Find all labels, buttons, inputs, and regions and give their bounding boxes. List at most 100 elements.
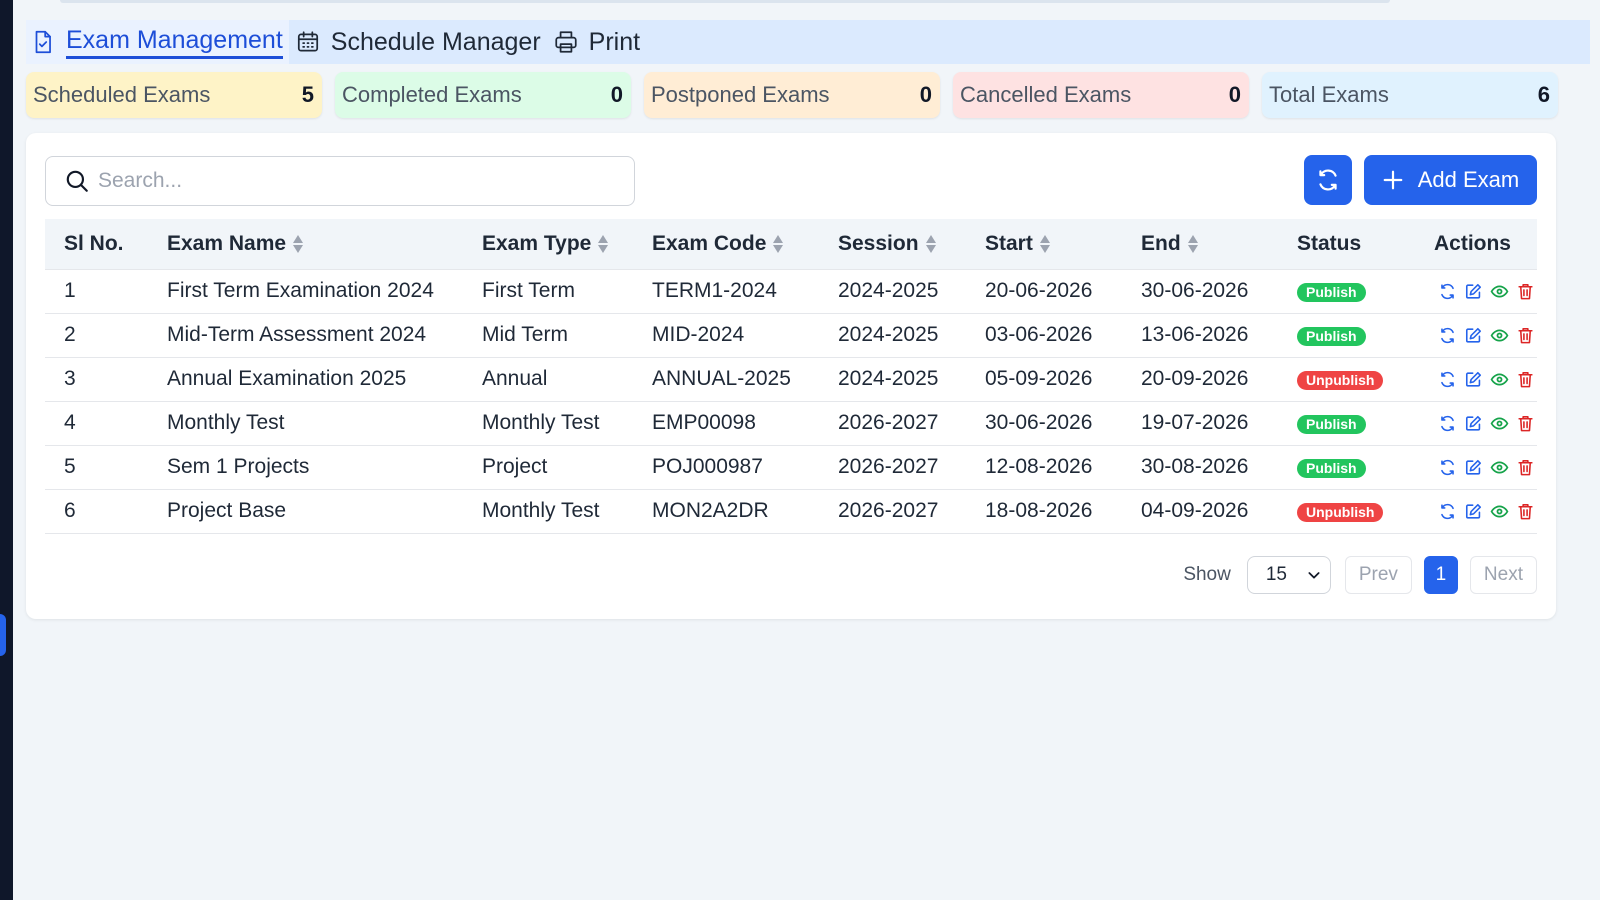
left-rail [0,0,13,900]
refresh-icon[interactable] [1438,458,1457,477]
plus-icon [1382,169,1404,191]
sort-icon[interactable] [1187,235,1198,254]
status-badge[interactable]: Unpublish [1297,371,1384,390]
view-icon[interactable] [1490,282,1509,301]
cell-actions [1408,357,1537,401]
cell-actions [1408,401,1537,445]
cell-exam-code: TERM1-2024 [652,279,777,302]
sort-icon[interactable] [598,235,609,254]
stat-card-scheduled[interactable]: Scheduled Exams 5 [26,72,322,118]
delete-icon[interactable] [1516,414,1535,433]
col-header-end[interactable]: End [1122,219,1278,269]
cell-exam-type: First Term [482,279,575,302]
table-row[interactable]: 1 First Term Examination 2024 First Term TE… [45,269,1537,313]
stat-card-completed[interactable]: Completed Exams 0 [335,72,631,118]
edit-icon[interactable] [1464,282,1483,301]
table-row[interactable]: 5 Sem 1 Projects Project POJ000987 2026-2027… [45,445,1537,489]
refresh-icon[interactable] [1438,282,1457,301]
col-header-start[interactable]: Start [966,219,1122,269]
sort-icon[interactable] [293,235,304,254]
cell-exam-name: Sem 1 Projects [167,455,310,478]
cell-exam-type: Monthly Test [482,411,600,434]
delete-icon[interactable] [1516,282,1535,301]
cell-end-date: 04-09-2026 [1141,499,1249,522]
col-header-session[interactable]: Session [819,219,966,269]
view-icon[interactable] [1490,502,1509,521]
cell-exam-name: Monthly Test [167,411,285,434]
col-header-exam-code[interactable]: Exam Code [633,219,819,269]
refresh-icon[interactable] [1438,370,1457,389]
cell-status: Publish [1278,313,1408,357]
prev-page-button[interactable]: Prev [1344,556,1412,594]
delete-icon[interactable] [1516,502,1535,521]
table-row[interactable]: 2 Mid-Term Assessment 2024 Mid Term MID-202… [45,313,1537,357]
cell-sl-no: 5 [64,455,76,478]
page-button-current[interactable]: 1 [1423,556,1458,594]
status-badge[interactable]: Publish [1297,327,1366,346]
page-size-select[interactable]: 15 [1246,556,1331,594]
tab-schedule-manager[interactable]: Schedule Manager [291,20,547,64]
refresh-icon[interactable] [1438,414,1457,433]
cell-exam-code: ANNUAL-2025 [652,367,791,390]
table-row[interactable]: 3 Annual Examination 2025 Annual ANNUAL-202… [45,357,1537,401]
refresh-icon[interactable] [1438,326,1457,345]
status-badge[interactable]: Publish [1297,459,1366,478]
cell-actions [1408,313,1537,357]
cell-start-date: 03-06-2026 [985,323,1093,346]
edit-icon[interactable] [1464,458,1483,477]
stat-count: 0 [610,82,623,107]
stat-count: 0 [1228,82,1241,107]
status-badge[interactable]: Publish [1297,415,1366,434]
next-page-button[interactable]: Next [1469,556,1537,594]
col-header-sl: Sl No. [64,231,124,255]
edit-icon[interactable] [1464,414,1483,433]
stat-card-postponed[interactable]: Postponed Exams 0 [644,72,940,118]
view-icon[interactable] [1490,414,1509,433]
view-icon[interactable] [1490,326,1509,345]
col-header-status: Status [1297,231,1362,255]
rail-active-indicator[interactable] [0,614,6,656]
stat-label: Scheduled Exams [33,82,211,107]
col-header-exam-name[interactable]: Exam Name [148,219,463,269]
sort-icon[interactable] [773,235,784,254]
delete-icon[interactable] [1516,326,1535,345]
show-label: Show [1183,564,1231,585]
search-input[interactable] [98,169,618,193]
view-icon[interactable] [1490,370,1509,389]
col-header-actions: Actions [1433,231,1511,255]
tab-bar: Exam Management Schedule Manager Print [26,20,1590,64]
tab-print[interactable]: Print [549,20,646,64]
stat-card-cancelled[interactable]: Cancelled Exams 0 [953,72,1249,118]
cell-status: Unpublish [1278,357,1408,401]
cell-session: 2026-2027 [838,455,939,478]
cell-sl-no: 3 [64,367,76,390]
cell-exam-code: EMP00098 [652,411,756,434]
cell-session: 2026-2027 [838,411,939,434]
cell-end-date: 30-06-2026 [1141,279,1249,302]
table-row[interactable]: 4 Monthly Test Monthly Test EMP00098 2026-20… [45,401,1537,445]
view-icon[interactable] [1490,458,1509,477]
refresh-icon[interactable] [1438,502,1457,521]
delete-icon[interactable] [1516,370,1535,389]
edit-icon[interactable] [1464,502,1483,521]
col-header-exam-type[interactable]: Exam Type [463,219,633,269]
status-badge[interactable]: Unpublish [1297,503,1384,522]
delete-icon[interactable] [1516,458,1535,477]
sort-icon[interactable] [925,235,936,254]
tab-label: Exam Management [66,26,283,59]
sort-icon[interactable] [1039,235,1050,254]
status-badge[interactable]: Publish [1297,283,1366,302]
refresh-button[interactable] [1304,155,1352,205]
cell-status: Unpublish [1278,489,1408,533]
cell-status: Publish [1278,445,1408,489]
cell-end-date: 13-06-2026 [1141,323,1249,346]
stat-card-total[interactable]: Total Exams 6 [1262,72,1558,118]
edit-icon[interactable] [1464,370,1483,389]
cell-session: 2024-2025 [838,367,939,390]
add-exam-button[interactable]: Add Exam [1364,155,1537,205]
edit-icon[interactable] [1464,326,1483,345]
tab-exam-management[interactable]: Exam Management [26,20,289,64]
stat-label: Completed Exams [342,82,522,107]
cell-start-date: 12-08-2026 [985,455,1093,478]
table-row[interactable]: 6 Project Base Monthly Test MON2A2DR 2026-20… [45,489,1537,533]
